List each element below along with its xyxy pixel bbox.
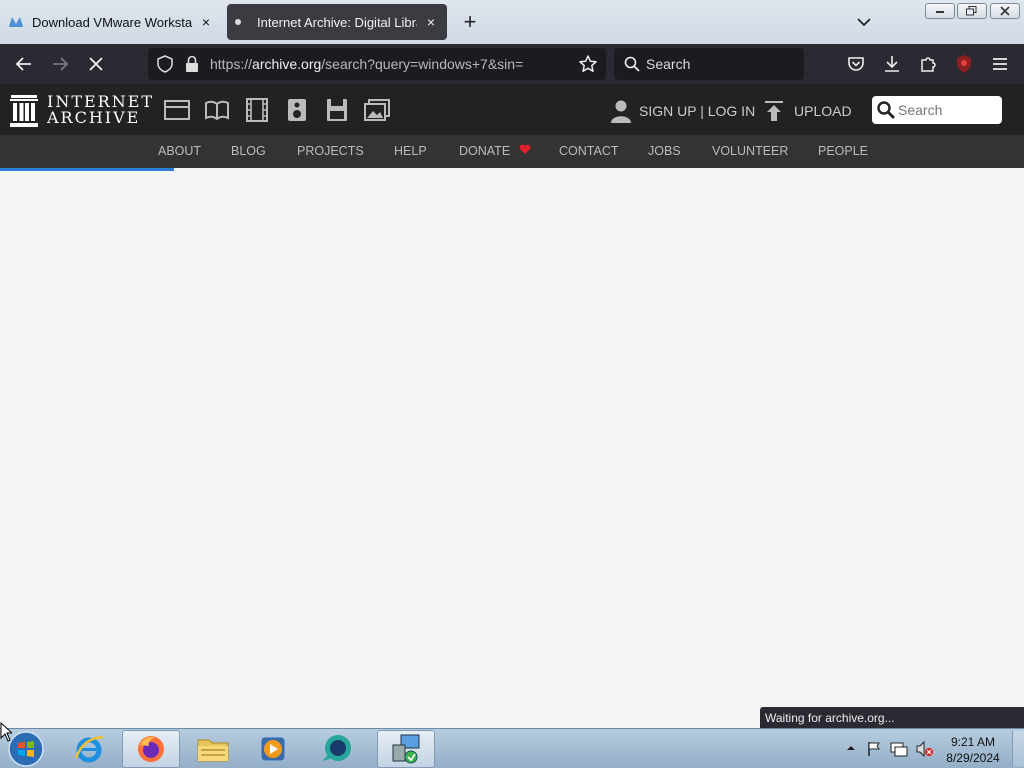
list-tabs-chevron-icon[interactable] — [852, 12, 876, 32]
close-tab-icon[interactable]: × — [198, 14, 214, 30]
archive-building-icon — [10, 95, 38, 127]
nav-donate-label: DONATE — [459, 144, 511, 158]
taskbar-network-setup[interactable] — [377, 730, 435, 768]
search-icon — [877, 101, 895, 119]
show-hidden-icons-icon[interactable] — [846, 743, 856, 753]
tab-title: Internet Archive: Digital Library — [257, 14, 417, 30]
taskbar-chat-app[interactable] — [308, 730, 366, 768]
software-icon[interactable] — [324, 98, 350, 122]
taskbar-clock[interactable]: 9:21 AM 8/29/2024 — [940, 734, 1006, 766]
bookmark-star-icon[interactable] — [578, 54, 598, 74]
signup-label: SIGN UP | LOG IN — [639, 103, 756, 119]
shield-icon[interactable] — [156, 55, 174, 73]
hamburger-menu-icon[interactable] — [988, 52, 1012, 76]
browser-tab-strip: Download VMware Workstation × Internet A… — [0, 0, 1024, 44]
internet-archive-logo[interactable]: INTERNET ARCHIVE — [10, 94, 152, 128]
new-tab-button[interactable]: + — [458, 11, 482, 35]
windows-start-orb-icon — [8, 731, 44, 767]
tab-vmware[interactable]: Download VMware Workstation × — [0, 4, 222, 40]
nav-volunteer[interactable]: VOLUNTEER — [712, 144, 788, 158]
video-icon[interactable] — [244, 98, 270, 122]
restore-icon — [966, 6, 977, 16]
internet-explorer-icon — [74, 735, 104, 763]
tab-title: Download VMware Workstation — [32, 14, 192, 30]
nav-projects[interactable]: PROJECTS — [297, 144, 364, 158]
firefox-icon — [138, 736, 164, 762]
browser-navigation-bar: https://archive.org/search?query=windows… — [0, 44, 1024, 84]
signup-login-link[interactable]: SIGN UP | LOG IN — [610, 98, 755, 124]
close-tab-icon[interactable]: × — [423, 14, 439, 30]
nav-people[interactable]: PEOPLE — [818, 144, 868, 158]
nav-about[interactable]: ABOUT — [158, 144, 201, 158]
upload-link[interactable]: UPLOAD — [764, 98, 852, 124]
clock-date: 8/29/2024 — [946, 751, 1000, 765]
vmware-favicon-icon — [9, 17, 23, 27]
images-icon[interactable] — [364, 98, 390, 122]
logo-text: INTERNET ARCHIVE — [47, 94, 154, 126]
browser-search-bar[interactable]: Search — [614, 48, 804, 80]
stop-loading-icon[interactable] — [84, 52, 108, 76]
clock-time: 9:21 AM — [950, 735, 996, 749]
action-center-flag-icon[interactable] — [866, 741, 882, 757]
texts-icon[interactable] — [204, 98, 230, 122]
minimize-icon — [936, 11, 944, 13]
back-arrow-icon[interactable] — [12, 52, 36, 76]
taskbar-file-explorer[interactable] — [184, 730, 242, 768]
upload-arrow-icon — [765, 101, 783, 121]
extensions-puzzle-icon[interactable] — [916, 52, 940, 76]
nav-contact[interactable]: CONTACT — [559, 144, 619, 158]
network-icon[interactable] — [890, 741, 908, 757]
heart-icon — [519, 144, 531, 154]
audio-icon[interactable] — [284, 98, 310, 122]
volume-muted-icon[interactable] — [916, 741, 934, 757]
lock-icon[interactable] — [184, 55, 200, 73]
search-icon — [624, 56, 640, 72]
network-setup-icon — [392, 734, 420, 764]
restore-window-button[interactable] — [957, 3, 987, 19]
nav-donate[interactable]: DONATE — [459, 144, 531, 158]
chat-app-icon — [322, 735, 351, 761]
web-icon[interactable] — [164, 98, 190, 122]
logo-line-2: ARCHIVE — [47, 108, 141, 127]
taskbar-firefox[interactable] — [122, 730, 180, 768]
browser-search-placeholder: Search — [646, 56, 691, 72]
taskbar-media-player[interactable] — [244, 730, 302, 768]
windows-taskbar: 9:21 AM 8/29/2024 — [0, 728, 1024, 768]
user-icon — [611, 100, 631, 123]
loading-dot-icon — [235, 19, 241, 25]
close-window-button[interactable] — [990, 3, 1020, 19]
tab-internet-archive[interactable]: Internet Archive: Digital Library × — [227, 4, 447, 40]
media-player-icon — [260, 736, 286, 762]
minimize-window-button[interactable] — [925, 3, 955, 19]
downloads-icon[interactable] — [880, 52, 904, 76]
close-icon — [1000, 6, 1010, 16]
page-loading-progress-bar — [0, 168, 174, 171]
nav-jobs[interactable]: JOBS — [648, 144, 681, 158]
status-popup: Waiting for archive.org... — [760, 707, 1024, 729]
archive-header: INTERNET ARCHIVE SIGN UP | LOG IN UPLOAD… — [0, 84, 1024, 135]
archive-search-input[interactable] — [898, 100, 998, 120]
mouse-cursor-icon — [0, 722, 12, 742]
archive-search-box[interactable] — [872, 96, 1002, 124]
address-bar[interactable]: https://archive.org/search?query=windows… — [148, 48, 606, 80]
pocket-icon[interactable] — [844, 52, 868, 76]
forward-arrow-icon[interactable] — [48, 52, 72, 76]
nav-blog[interactable]: BLOG — [231, 144, 266, 158]
url-text[interactable]: https://archive.org/search?query=windows… — [210, 56, 523, 72]
archive-top-nav: ABOUT BLOG PROJECTS HELP DONATE CONTACT … — [0, 135, 1024, 168]
taskbar-internet-explorer[interactable] — [60, 730, 118, 768]
show-desktop-button[interactable] — [1012, 731, 1024, 767]
ublock-origin-icon[interactable] — [952, 52, 976, 76]
nav-help[interactable]: HELP — [394, 144, 427, 158]
file-explorer-icon — [197, 739, 229, 762]
upload-label: UPLOAD — [794, 103, 852, 119]
